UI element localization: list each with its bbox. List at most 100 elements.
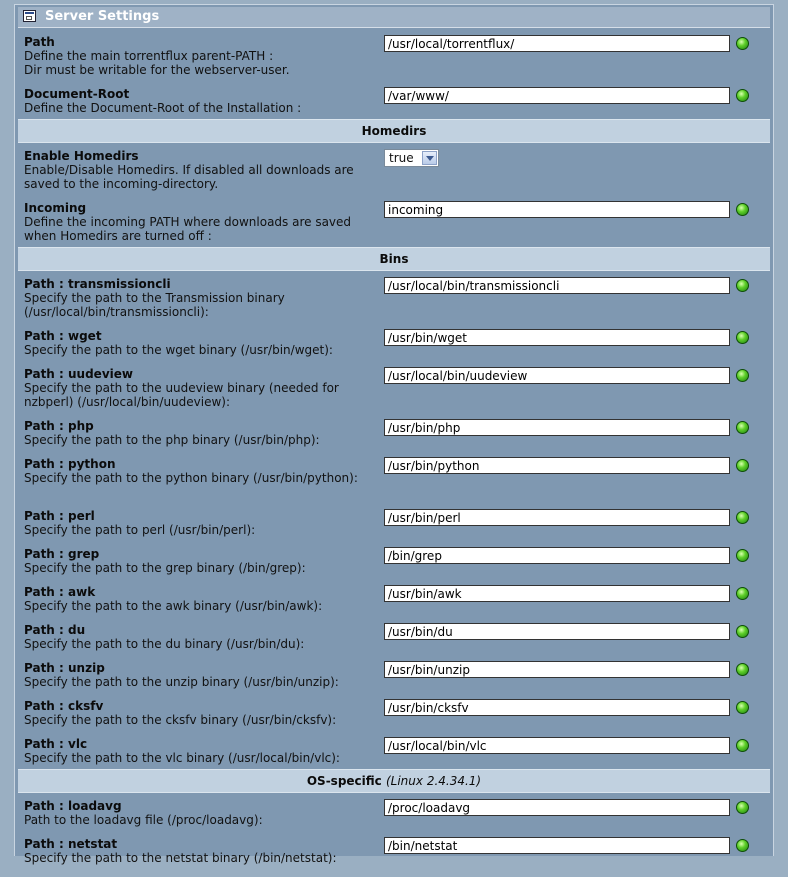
setting-row: Path : unzip Specify the path to the unzi… [18, 661, 770, 701]
setting-desc: Specify the path to the wget binary (/us… [24, 343, 333, 357]
setting-title: Path : awk [24, 585, 96, 599]
setting-title: Path : du [24, 623, 86, 637]
setting-title: Path : php [24, 419, 94, 433]
status-ok-icon [736, 511, 749, 524]
setting-desc: Specify the path to the vlc binary (/usr… [24, 751, 340, 765]
setting-desc: Specify the path to the awk binary (/usr… [24, 599, 323, 613]
setting-desc: Specify the path to the cksfv binary (/u… [24, 713, 337, 727]
setting-desc: Define the main torrentflux parent-PATH … [24, 49, 290, 77]
status-ok-icon [736, 549, 749, 562]
setting-title: Enable Homedirs [24, 149, 139, 163]
setting-row: Path : grep Specify the path to the grep … [18, 547, 770, 587]
setting-row: Path : wget Specify the path to the wget … [18, 329, 770, 369]
panel-title: Server Settings [45, 9, 160, 24]
path-input[interactable] [384, 585, 730, 602]
setting-row: Path : uudeview Specify the path to the u… [18, 367, 770, 409]
setting-title: Path : vlc [24, 737, 88, 751]
setting-row: Path : du Specify the path to the du bina… [18, 623, 770, 663]
setting-title: Path : python [24, 457, 116, 471]
setting-desc: Specify the path to the netstat binary (… [24, 851, 337, 865]
status-ok-icon [736, 739, 749, 752]
setting-desc: Specify the path to the python binary (/… [24, 471, 358, 485]
status-ok-icon [736, 587, 749, 600]
path-input[interactable] [384, 547, 730, 564]
path-input[interactable] [384, 35, 730, 52]
setting-desc: Enable/Disable Homedirs. If disabled all… [24, 163, 354, 191]
path-input[interactable] [384, 623, 730, 640]
status-ok-icon [736, 801, 749, 814]
path-input[interactable] [384, 277, 730, 294]
path-input[interactable] [384, 837, 730, 854]
path-input[interactable] [384, 367, 730, 384]
setting-row: Path : python Specify the path to the pyt… [18, 457, 770, 497]
enable-homedirs-select[interactable]: true [384, 149, 439, 167]
setting-row: Path : cksfv Specify the path to the cksf… [18, 699, 770, 739]
status-ok-icon [736, 369, 749, 382]
status-ok-icon [736, 701, 749, 714]
status-ok-icon [736, 839, 749, 852]
setting-desc: Specify the path to the grep binary (/bi… [24, 561, 306, 575]
section-title: Bins [379, 252, 409, 266]
status-ok-icon [736, 625, 749, 638]
setting-title: Path : perl [24, 509, 95, 523]
setting-title: Path : wget [24, 329, 102, 343]
status-ok-icon [736, 421, 749, 434]
document-root-input[interactable] [384, 87, 730, 104]
setting-title: Path : loadavg [24, 799, 122, 813]
setting-desc: Define the incoming PATH where downloads… [24, 215, 352, 243]
setting-row-path: Path Define the main torrentflux parent-… [18, 35, 770, 79]
setting-title: Path : netstat [24, 837, 118, 851]
setting-title: Incoming [24, 201, 87, 215]
setting-desc: Specify the path to the unzip binary (/u… [24, 675, 339, 689]
setting-title: Path : cksfv [24, 699, 104, 713]
setting-desc: Specify the path to the uudeview binary … [24, 381, 339, 409]
path-input[interactable] [384, 329, 730, 346]
section-header-bins: Bins [18, 247, 770, 271]
setting-row: Path : awk Specify the path to the awk bi… [18, 585, 770, 625]
path-input[interactable] [384, 799, 730, 816]
status-ok-icon [736, 279, 749, 292]
setting-row-document-root: Document-Root Define the Document-Root o… [18, 87, 770, 117]
setting-row: Path : netstat Specify the path to the ne… [18, 837, 770, 877]
setting-title: Path : uudeview [24, 367, 133, 381]
section-title: Homedirs [361, 124, 427, 138]
setting-title: Document-Root [24, 87, 130, 101]
status-ok-icon [736, 89, 749, 102]
status-ok-icon [736, 663, 749, 676]
setting-desc: Specify the path to the Transmission bin… [24, 291, 285, 319]
setting-row: Path : perl Specify the path to perl (/us… [18, 509, 770, 549]
path-input[interactable] [384, 661, 730, 678]
setting-row: Path : transmissioncli Specify the path t… [18, 277, 770, 319]
setting-desc: Specify the path to the php binary (/usr… [24, 433, 320, 447]
setting-title: Path : grep [24, 547, 100, 561]
settings-window-icon [23, 10, 36, 22]
path-input[interactable] [384, 699, 730, 716]
panel-titlebar: Server Settings [18, 7, 770, 28]
status-ok-icon [736, 459, 749, 472]
setting-desc: Specify the path to perl (/usr/bin/perl)… [24, 523, 256, 537]
incoming-input[interactable] [384, 201, 730, 218]
status-ok-icon [736, 37, 749, 50]
path-input[interactable] [384, 737, 730, 754]
section-title: OS-specific [306, 774, 382, 788]
select-value: true [389, 151, 414, 165]
section-header-homedirs: Homedirs [18, 119, 770, 143]
path-input[interactable] [384, 509, 730, 526]
setting-desc: Path to the loadavg file (/proc/loadavg)… [24, 813, 263, 827]
setting-title: Path : transmissioncli [24, 277, 171, 291]
chevron-down-icon[interactable] [422, 151, 437, 165]
status-ok-icon [736, 331, 749, 344]
setting-row-enable-homedirs: Enable Homedirs Enable/Disable Homedirs.… [18, 149, 770, 193]
setting-row: Path : php Specify the path to the php bi… [18, 419, 770, 459]
section-header-os-specific: OS-specific (Linux 2.4.34.1) [18, 769, 770, 793]
path-input[interactable] [384, 419, 730, 436]
status-ok-icon [736, 203, 749, 216]
setting-title: Path : unzip [24, 661, 105, 675]
path-input[interactable] [384, 457, 730, 474]
setting-title: Path [24, 35, 55, 49]
section-note: (Linux 2.4.34.1) [385, 774, 482, 788]
setting-desc: Specify the path to the du binary (/usr/… [24, 637, 305, 651]
settings-panel: Server Settings Path Define the main tor… [14, 4, 774, 865]
setting-desc: Define the Document-Root of the Installa… [24, 101, 302, 115]
setting-row-incoming: Incoming Define the incoming PATH where … [18, 201, 770, 245]
